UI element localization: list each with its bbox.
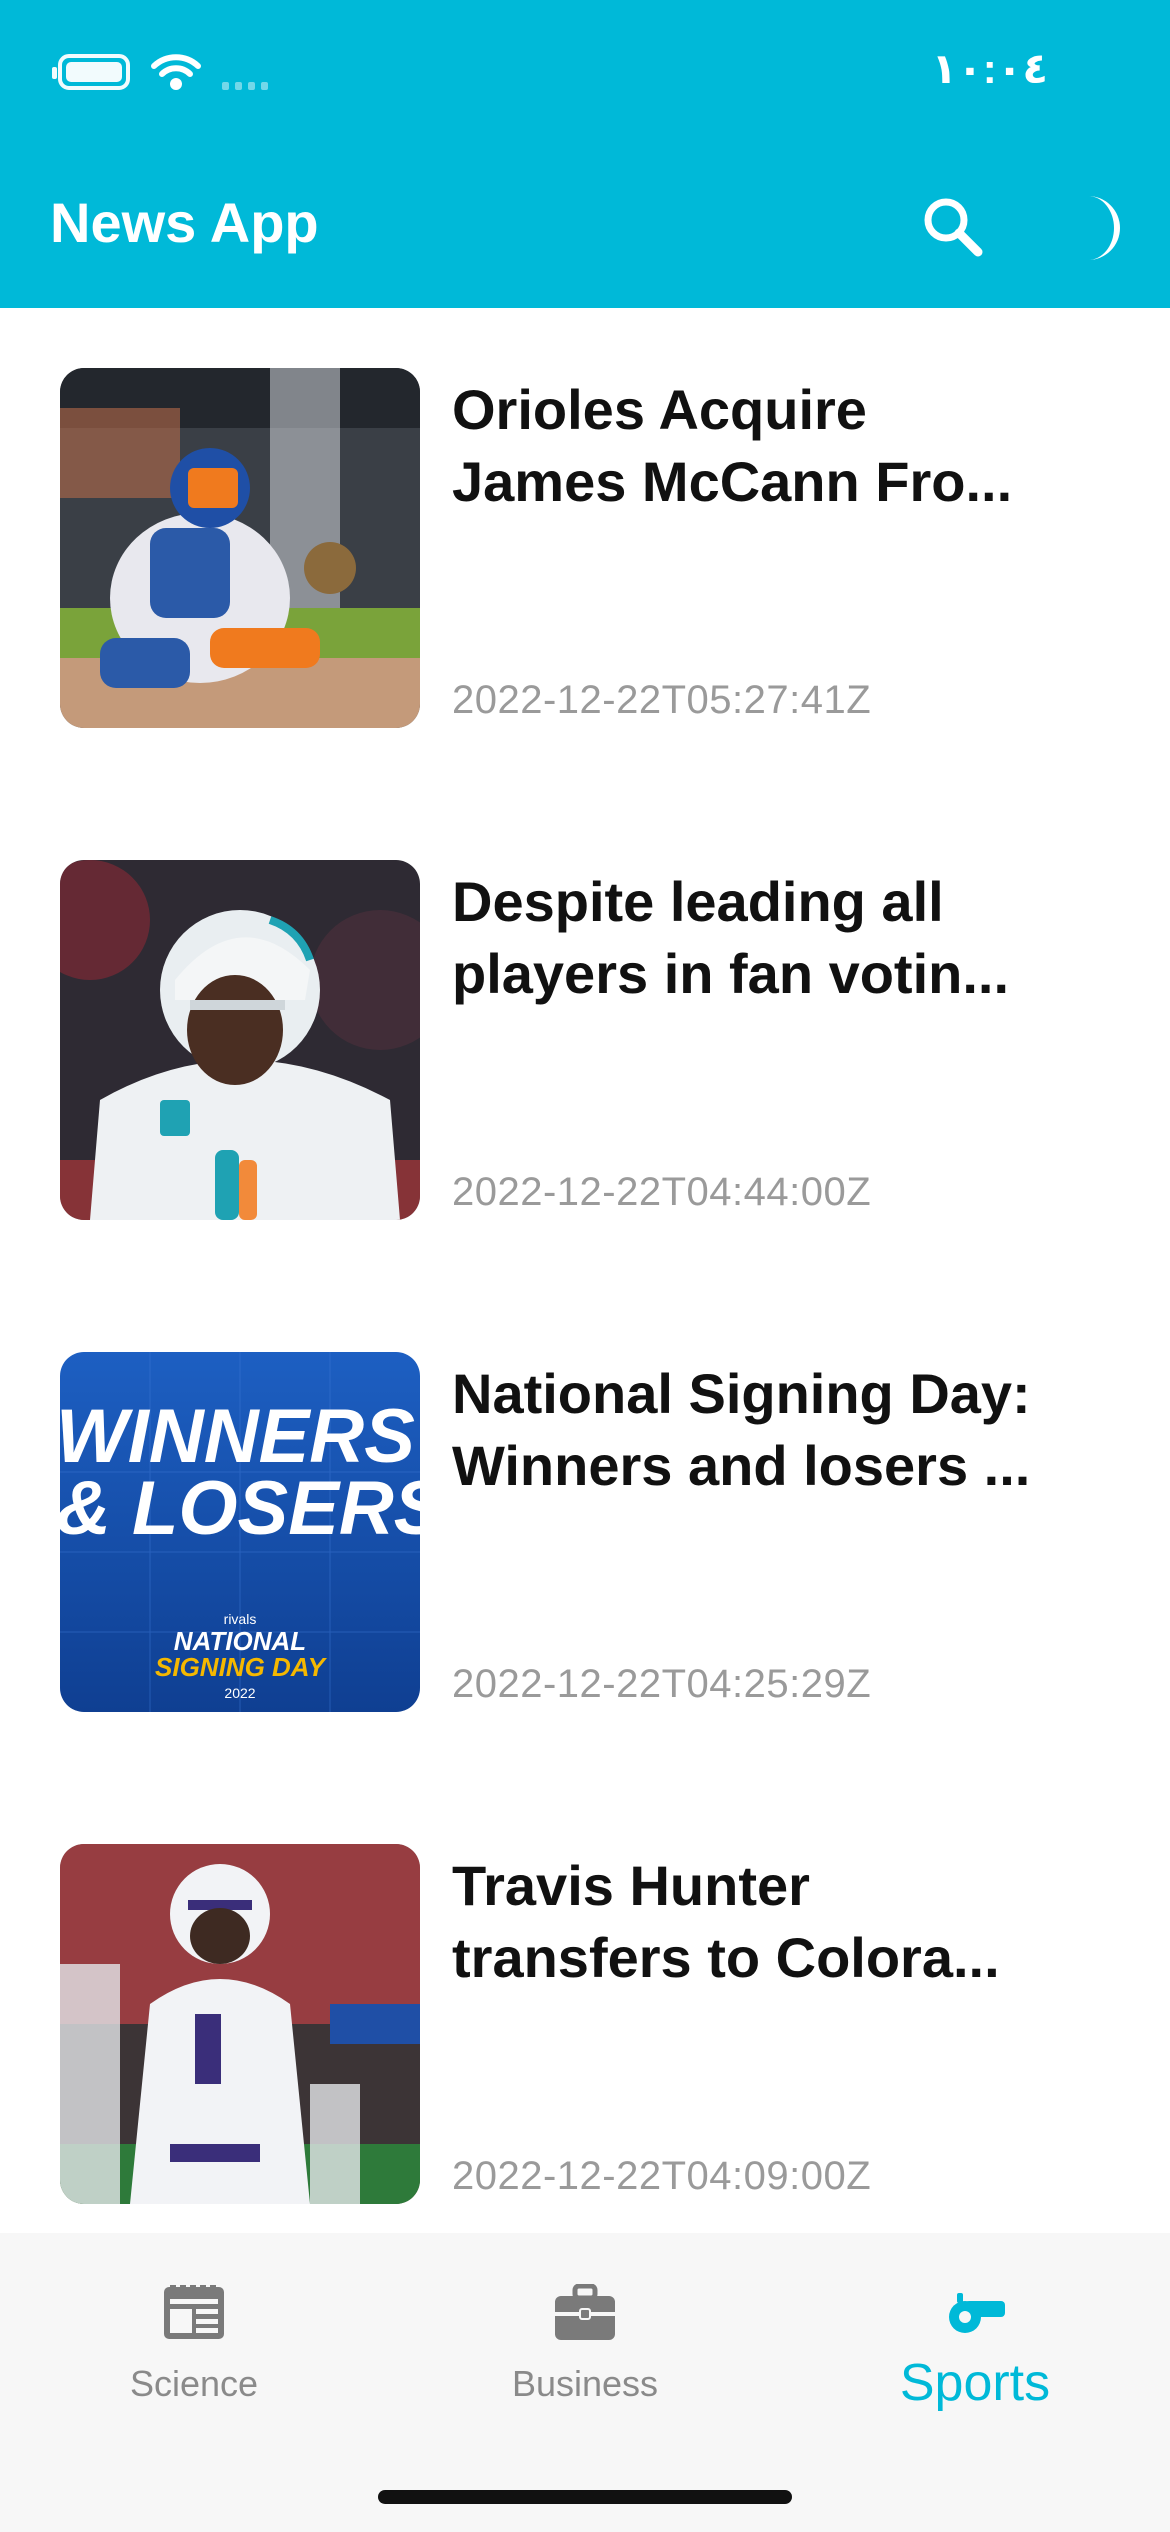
page-title: News App xyxy=(50,191,319,254)
image-badge-line-2: SIGNING DAY xyxy=(155,1652,328,1682)
screen: ١٠:٠٤ News App Orioles Acquire James McC… xyxy=(0,0,1170,2532)
nav-item-science[interactable]: Science xyxy=(44,2273,344,2405)
article-title: Orioles Acquire James McCann Fro... xyxy=(452,374,1112,518)
article-title-line-1: National Signing Day: xyxy=(452,1362,1031,1425)
article-title: National Signing Day: Winners and losers… xyxy=(452,1358,1112,1502)
nav-item-sports[interactable]: Sports xyxy=(825,2273,1125,2413)
wifi-icon xyxy=(150,52,202,92)
article-date: 2022-12-22T04:09:00Z xyxy=(452,2154,872,2198)
app-bar: ١٠:٠٤ News App xyxy=(0,0,1170,308)
status-time: ١٠:٠٤ xyxy=(931,45,1048,92)
news-feed: Orioles Acquire James McCann Fro... 2022… xyxy=(0,308,1170,2233)
theme-toggle-button[interactable] xyxy=(1068,190,1144,266)
article-date: 2022-12-22T04:44:00Z xyxy=(452,1170,872,1214)
nav-label-business: Business xyxy=(511,2363,659,2404)
nav-label-sports: Sports xyxy=(899,2354,1051,2412)
image-text-line-2: & LOSERS xyxy=(60,1466,420,1551)
article-image xyxy=(60,860,420,1220)
home-indicator[interactable] xyxy=(378,2490,792,2504)
image-badge-year: 2022 xyxy=(224,1685,255,1701)
article-card[interactable]: Travis Hunter transfers to Colora... 202… xyxy=(0,1844,1170,2204)
article-card[interactable]: Despite leading all players in fan votin… xyxy=(0,860,1170,1220)
article-card[interactable]: Orioles Acquire James McCann Fro... 2022… xyxy=(0,368,1170,728)
cellular-signal-icon xyxy=(222,54,268,90)
article-image xyxy=(60,368,420,728)
article-title-line-1: Despite leading all xyxy=(452,870,944,933)
article-title-line-2: transfers to Colora... xyxy=(452,1926,1000,1989)
article-title-line-1: Travis Hunter xyxy=(452,1854,810,1917)
article-image xyxy=(60,1844,420,2204)
article-title-line-2: players in fan votin... xyxy=(452,942,1010,1005)
battery-icon xyxy=(52,54,130,90)
article-title: Despite leading all players in fan votin… xyxy=(452,866,1112,1010)
nav-label-science: Science xyxy=(129,2363,259,2404)
article-title-line-2: James McCann Fro... xyxy=(452,450,1013,513)
article-date: 2022-12-22T04:25:29Z xyxy=(452,1662,872,1706)
search-button[interactable] xyxy=(918,192,988,262)
briefcase-icon xyxy=(555,2284,615,2340)
article-title-line-2: Winners and losers ... xyxy=(452,1434,1031,1497)
newspaper-icon xyxy=(164,2285,224,2339)
article-title: Travis Hunter transfers to Colora... xyxy=(452,1850,1112,1994)
moon-icon xyxy=(1088,196,1120,260)
article-title-line-1: Orioles Acquire xyxy=(452,378,867,441)
image-brand: rivals xyxy=(224,1611,257,1627)
nav-item-business[interactable]: Business xyxy=(435,2273,735,2405)
bottom-navigation: Science Business Sports xyxy=(0,2233,1170,2532)
search-icon xyxy=(924,198,983,257)
article-card[interactable]: WINNERS & LOSERS rivals NATIONAL SIGNING… xyxy=(0,1352,1170,1712)
status-bar-left xyxy=(52,52,268,92)
whistle-icon xyxy=(949,2293,1005,2333)
article-image: WINNERS & LOSERS rivals NATIONAL SIGNING… xyxy=(60,1352,420,1712)
article-date: 2022-12-22T05:27:41Z xyxy=(452,678,872,722)
